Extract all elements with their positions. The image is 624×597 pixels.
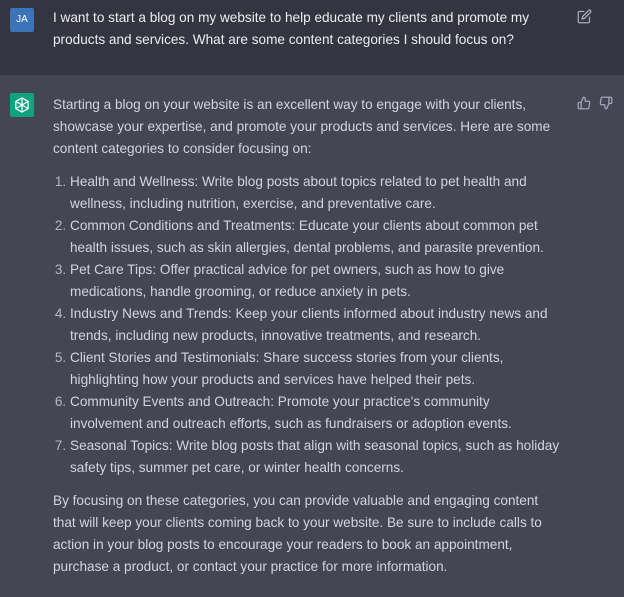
thumbs-down-icon[interactable] xyxy=(599,96,613,110)
assistant-message-text: Starting a blog on your website is an ex… xyxy=(53,94,563,578)
edit-icon[interactable] xyxy=(577,9,592,24)
list-item: Pet Care Tips: Offer practical advice fo… xyxy=(70,259,563,303)
assistant-message-row: Starting a blog on your website is an ex… xyxy=(0,75,624,597)
assistant-avatar xyxy=(10,93,34,117)
content-category-list: Health and Wellness: Write blog posts ab… xyxy=(53,171,563,479)
chat-conversation: JA I want to start a blog on my website … xyxy=(0,0,624,597)
assistant-closing: By focusing on these categories, you can… xyxy=(53,493,542,574)
openai-logo-icon xyxy=(15,97,29,113)
assistant-intro: Starting a blog on your website is an ex… xyxy=(53,97,551,156)
thumbs-up-icon[interactable] xyxy=(577,96,591,110)
user-message-text: I want to start a blog on my website to … xyxy=(53,10,530,47)
user-avatar: JA xyxy=(10,8,34,32)
list-item: Community Events and Outreach: Promote y… xyxy=(70,391,563,435)
list-item: Health and Wellness: Write blog posts ab… xyxy=(70,171,563,215)
list-item: Client Stories and Testimonials: Share s… xyxy=(70,347,563,391)
user-message-row: JA I want to start a blog on my website … xyxy=(0,0,624,76)
list-item: Industry News and Trends: Keep your clie… xyxy=(70,303,563,347)
list-item: Common Conditions and Treatments: Educat… xyxy=(70,215,563,259)
list-item: Seasonal Topics: Write blog posts that a… xyxy=(70,435,563,479)
